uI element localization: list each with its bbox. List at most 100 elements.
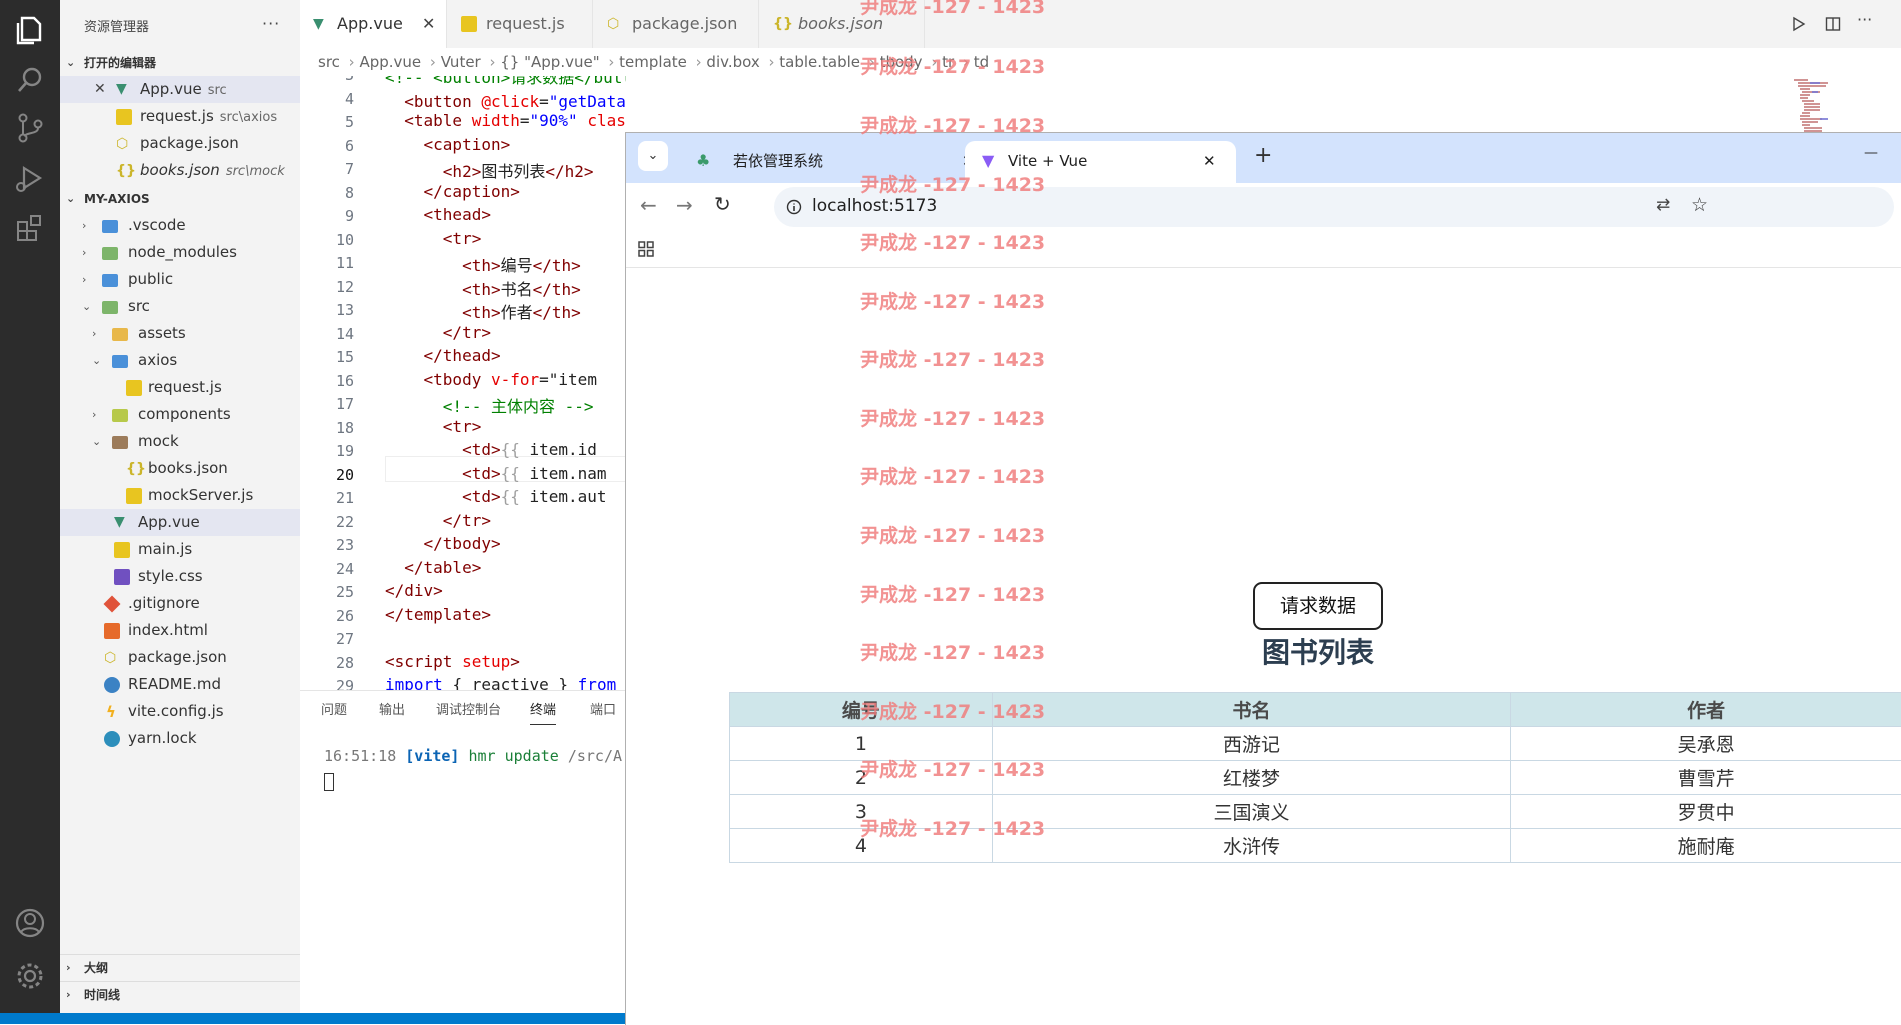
line-number: 29: [300, 677, 354, 690]
source-control-icon[interactable]: [12, 110, 48, 146]
breadcrumb-item[interactable]: {} "App.vue": [500, 53, 599, 71]
json-braces-icon: {}: [126, 461, 142, 477]
site-info-icon[interactable]: [786, 199, 802, 215]
tab-search-chevron-icon[interactable]: ⌄: [638, 141, 668, 171]
code-line: </div>: [385, 581, 443, 600]
close-icon[interactable]: ✕: [94, 76, 106, 103]
code-token: =: [539, 370, 549, 389]
tree-item-vite-config[interactable]: ϟ vite.config.js: [60, 698, 300, 725]
table-row: 2红楼梦曹雪芹: [730, 761, 1901, 795]
run-icon[interactable]: [1791, 16, 1807, 32]
vue-file-icon: ▼: [114, 509, 130, 525]
tree-item-mockserver-js[interactable]: mockServer.js: [60, 482, 300, 509]
tree-item-package-json[interactable]: ⬡ package.json: [60, 644, 300, 671]
tree-item-gitignore[interactable]: .gitignore: [60, 590, 300, 617]
browser-tab-vite-vue[interactable]: ▼ Vite + Vue ✕: [965, 141, 1236, 183]
tree-item-index-html[interactable]: index.html: [60, 617, 300, 644]
open-editor-item[interactable]: {} books.jsonsrc\mock: [60, 157, 300, 184]
extensions-icon[interactable]: [12, 210, 48, 246]
explorer-icon[interactable]: [12, 12, 48, 48]
new-tab-button[interactable]: +: [1254, 143, 1272, 168]
timeline-section[interactable]: › 时间线: [60, 981, 300, 1008]
settings-gear-icon[interactable]: [12, 958, 48, 994]
tree-item-node-modules[interactable]: › node_modules: [60, 239, 300, 266]
minimap[interactable]: [1790, 76, 1860, 136]
tab-app-vue[interactable]: ▼ App.vue ✕: [300, 0, 447, 48]
code-line: <table width="90%" class="table">: [385, 111, 626, 130]
code-line: </tr>: [385, 323, 491, 342]
tree-item-main-js[interactable]: main.js: [60, 536, 300, 563]
open-editor-path: src\mock: [226, 164, 285, 179]
tree-item-components[interactable]: › components: [60, 401, 300, 428]
code-token: [385, 280, 462, 299]
outline-section[interactable]: › 大纲: [60, 954, 300, 981]
tree-item-public[interactable]: › public: [60, 266, 300, 293]
breadcrumb-item[interactable]: div.box: [706, 53, 759, 71]
breadcrumb-item[interactable]: template: [619, 53, 687, 71]
tree-item-app-vue[interactable]: ▼ App.vue: [60, 509, 300, 536]
tab-debug-console[interactable]: 调试控制台: [436, 699, 501, 718]
address-bar[interactable]: localhost:5173 ⇄ ☆: [774, 187, 1894, 227]
tab-output[interactable]: 输出: [379, 699, 405, 718]
more-actions-icon[interactable]: ···: [1857, 10, 1872, 29]
chevron-right-icon: ›: [92, 401, 96, 428]
breadcrumb-item[interactable]: tbody: [880, 53, 923, 71]
explorer-sidebar: 资源管理器 ··· ⌄ 打开的编辑器 ✕ ▼ App.vuesrc reques…: [60, 0, 301, 1013]
apps-grid-icon[interactable]: [638, 241, 654, 257]
breadcrumb-item[interactable]: src: [318, 53, 340, 71]
css-file-icon: [114, 569, 130, 585]
code-editor[interactable]: 3456789101112131415161718192021222324252…: [300, 76, 626, 690]
code-token: item.nam: [520, 464, 607, 483]
account-icon[interactable]: [12, 905, 48, 941]
breadcrumb-item[interactable]: td: [974, 53, 989, 71]
line-number: 8: [300, 184, 354, 202]
code-line: </tbody>: [385, 534, 501, 553]
tree-item-vscode[interactable]: › .vscode: [60, 212, 300, 239]
minimize-button[interactable]: —: [1864, 145, 1878, 161]
tree-item-mock[interactable]: ⌄ mock: [60, 428, 300, 455]
tree-item-request-js[interactable]: request.js: [60, 374, 300, 401]
open-editor-item[interactable]: request.jssrc\axios: [60, 103, 300, 130]
forward-arrow-icon[interactable]: →: [676, 193, 693, 217]
tab-books-json[interactable]: {} books.json: [758, 0, 925, 48]
code-token: {{: [501, 487, 520, 506]
close-icon[interactable]: ✕: [422, 0, 435, 48]
bookmark-star-icon[interactable]: ☆: [1691, 194, 1708, 216]
tab-problems[interactable]: 问题: [321, 699, 347, 718]
open-editors-section[interactable]: ⌄ 打开的编辑器: [60, 50, 300, 76]
tab-label: package.json: [632, 0, 737, 48]
tree-item-books-json[interactable]: {} books.json: [60, 455, 300, 482]
tree-item-style-css[interactable]: style.css: [60, 563, 300, 590]
tree-item-src[interactable]: ⌄ src: [60, 293, 300, 320]
run-debug-icon[interactable]: [12, 160, 48, 196]
tab-request-js[interactable]: request.js: [446, 0, 593, 48]
back-arrow-icon[interactable]: ←: [640, 193, 657, 217]
search-icon[interactable]: [12, 62, 48, 98]
more-actions-icon[interactable]: ···: [262, 14, 280, 33]
folder-open-icon: [112, 436, 128, 449]
code-line: <tbody v-for="item: [385, 370, 597, 389]
open-editor-item[interactable]: ⬡ package.json: [60, 130, 300, 157]
activity-bar: [0, 0, 60, 1024]
tree-item-yarn-lock[interactable]: yarn.lock: [60, 725, 300, 752]
line-number: 28: [300, 654, 354, 672]
tab-ports[interactable]: 端口: [590, 699, 616, 718]
request-data-button[interactable]: 请求数据: [1253, 582, 1383, 630]
open-editor-item[interactable]: ✕ ▼ App.vuesrc: [60, 76, 300, 103]
reload-icon[interactable]: ↻: [714, 192, 731, 216]
project-section[interactable]: ⌄ MY-AXIOS: [60, 186, 300, 212]
tree-item-readme[interactable]: README.md: [60, 671, 300, 698]
tab-package-json[interactable]: ⬡ package.json: [592, 0, 759, 48]
tab-terminal[interactable]: 终端: [530, 699, 556, 725]
browser-tab-ruoyi[interactable]: ♣ 若依管理系统 ✕: [676, 141, 996, 183]
breadcrumb-item[interactable]: tr: [942, 53, 954, 71]
close-icon[interactable]: ✕: [1203, 141, 1216, 181]
terminal-cursor: [324, 773, 334, 791]
tree-item-assets[interactable]: › assets: [60, 320, 300, 347]
breadcrumb-item[interactable]: Vuter: [441, 53, 481, 71]
translate-icon[interactable]: ⇄: [1656, 195, 1670, 215]
breadcrumb-item[interactable]: table.table: [779, 53, 860, 71]
breadcrumb-item[interactable]: App.vue: [359, 53, 421, 71]
tree-item-axios[interactable]: ⌄ axios: [60, 347, 300, 374]
split-editor-icon[interactable]: [1825, 16, 1841, 32]
